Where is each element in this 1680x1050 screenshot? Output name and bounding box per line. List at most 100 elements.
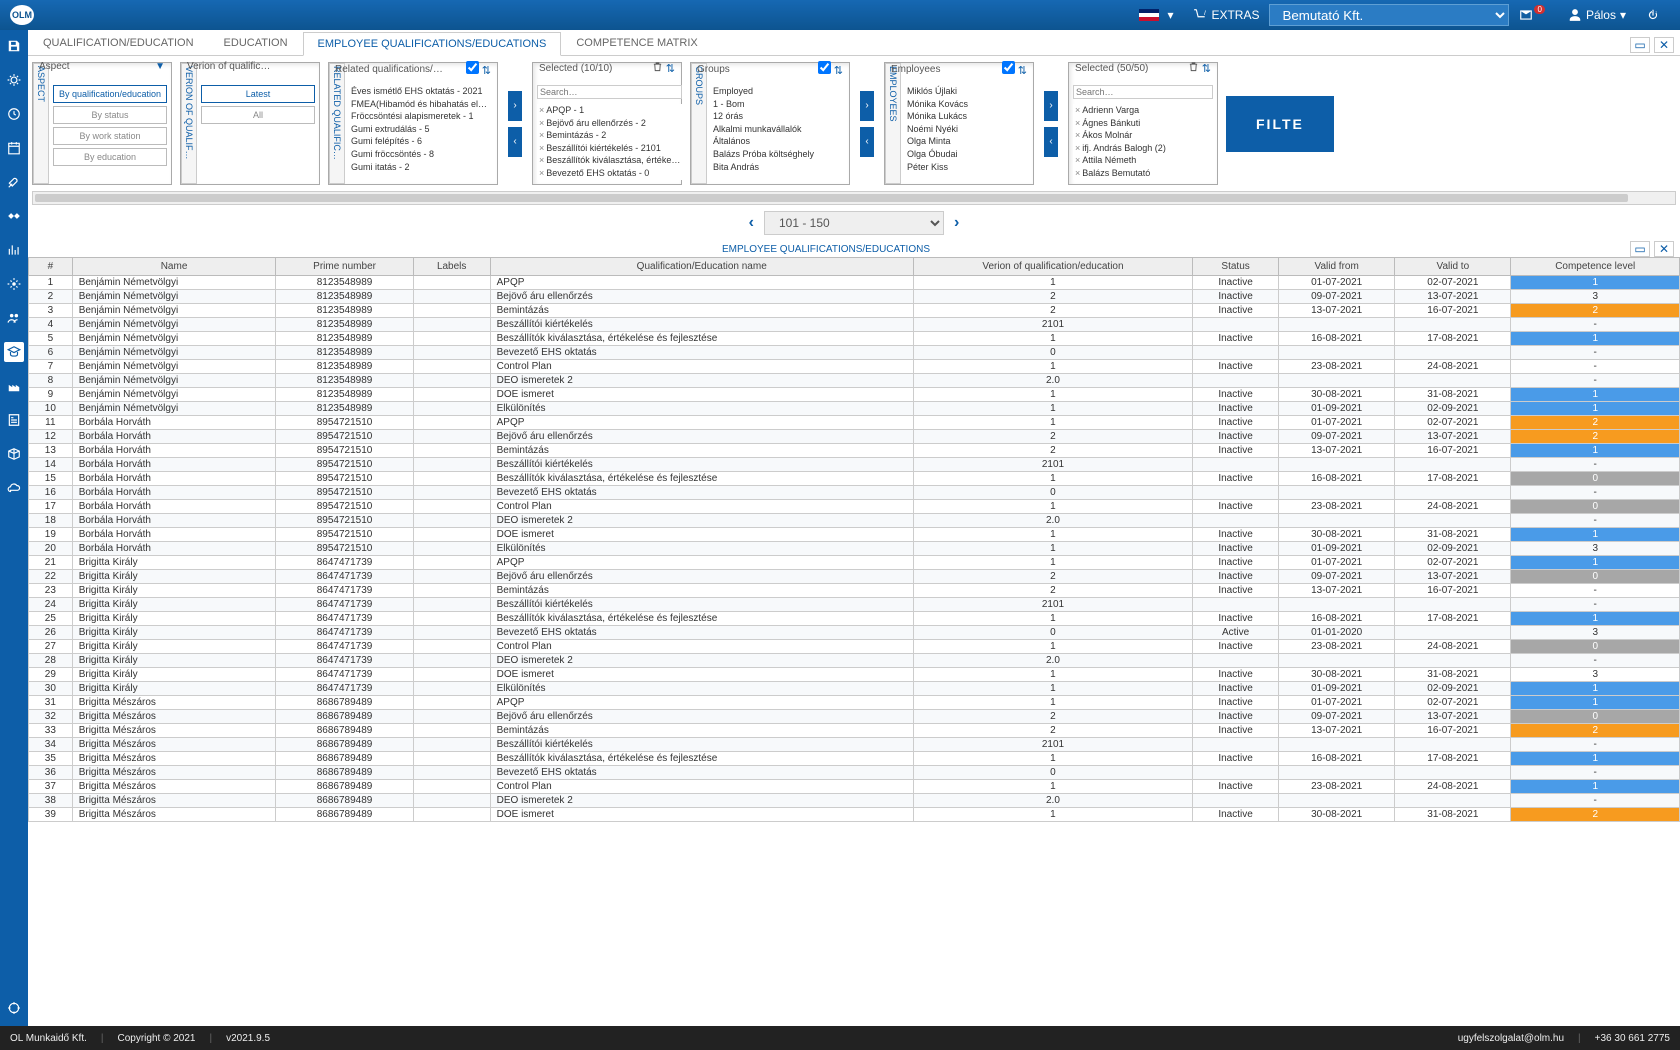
table-row[interactable]: 15Borbála Horváth8954721510Beszállítók k… (29, 472, 1680, 486)
column-header[interactable]: # (29, 258, 73, 276)
list-item[interactable]: Employed (711, 85, 845, 98)
table-row[interactable]: 32Brigitta Mészáros8686789489Bejövő áru … (29, 710, 1680, 724)
column-header[interactable]: Qualification/Education name (490, 258, 913, 276)
column-header[interactable]: Verion of qualification/education (913, 258, 1192, 276)
table-row[interactable]: 24Brigitta Király8647471739Beszállítói k… (29, 598, 1680, 612)
column-header[interactable]: Valid to (1395, 258, 1511, 276)
list-item[interactable]: Péter Varga (905, 173, 1029, 175)
list-item[interactable]: Mónika Lukács (905, 110, 1029, 123)
list-item[interactable]: Fröccsöntési alapismeretek - 1 (349, 110, 493, 123)
arrow-right[interactable]: › (1044, 91, 1058, 121)
settings-panel-icon[interactable]: ✕ (1654, 37, 1674, 53)
table-scroll[interactable]: #NamePrime numberLabelsQualification/Edu… (28, 257, 1680, 1026)
trash-icon[interactable] (652, 64, 663, 75)
table-row[interactable]: 33Brigitta Mészáros8686789489Bemintázás2… (29, 724, 1680, 738)
list-item[interactable]: FMEA(Hibamód és hibahatás el… (349, 98, 493, 111)
list-item[interactable]: Olga Minta (905, 135, 1029, 148)
sidebar-factory-icon[interactable] (4, 376, 24, 396)
list-item[interactable]: Noémi Nyéki (905, 123, 1029, 136)
list-item[interactable]: Bita András (711, 161, 845, 174)
list-item[interactable]: Bejövő áru ellenőrzés - 2 (537, 117, 682, 130)
sidebar-sun-icon[interactable] (4, 70, 24, 90)
table-row[interactable]: 22Brigitta Király8647471739Bejövő áru el… (29, 570, 1680, 584)
messages-button[interactable]: 0 (1509, 8, 1557, 22)
tab[interactable]: QUALIFICATION/EDUCATION (28, 31, 209, 55)
list-item[interactable]: Olga Óbudai (905, 148, 1029, 161)
footer-phone[interactable]: +36 30 661 2775 (1595, 1033, 1670, 1044)
list-item[interactable]: Általános (711, 135, 845, 148)
column-header[interactable]: Name (72, 258, 276, 276)
sidebar-calendar-icon[interactable] (4, 138, 24, 158)
list-item[interactable]: ifj. András Balogh (2) (1073, 142, 1213, 155)
list-item[interactable]: Balázs Bemutató (1073, 167, 1213, 180)
table-row[interactable]: 26Brigitta Király8647471739Bevezető EHS … (29, 626, 1680, 640)
aspect-option[interactable]: By work station (53, 127, 167, 145)
list-item[interactable]: Attila Németh (1073, 154, 1213, 167)
tab[interactable]: EDUCATION (209, 31, 303, 55)
aspect-option[interactable]: By status (53, 106, 167, 124)
sort-icon[interactable]: ⇅ (482, 65, 491, 77)
list-item[interactable]: Ákos Molnár (1073, 129, 1213, 142)
table-row[interactable]: 21Brigitta Király8647471739APQP1Inactive… (29, 556, 1680, 570)
sort-icon[interactable]: ⇅ (834, 65, 843, 77)
table-row[interactable]: 29Brigitta Király8647471739DOE ismeret1I… (29, 668, 1680, 682)
aspect-option[interactable]: By education (53, 148, 167, 166)
column-header[interactable]: Labels (413, 258, 490, 276)
sort-icon[interactable]: ⇅ (1202, 63, 1211, 75)
version-option[interactable]: Latest (201, 85, 315, 103)
arrow-left[interactable]: ‹ (1044, 127, 1058, 157)
list-item[interactable]: Bevezető EHS oktatás - 0 (537, 167, 682, 180)
table-row[interactable]: 2Benjámin Németvölgyi8123548989Bejövő ár… (29, 290, 1680, 304)
table-row[interactable]: 27Brigitta Király8647471739Control Plan1… (29, 640, 1680, 654)
filter-icon[interactable]: ▼ (155, 61, 165, 72)
tab[interactable]: EMPLOYEE QUALIFICATIONS/EDUCATIONS (303, 32, 562, 56)
sidebar-report-icon[interactable] (4, 410, 24, 430)
sidebar-package-icon[interactable] (4, 444, 24, 464)
arrow-right[interactable]: › (508, 91, 522, 121)
sidebar-handshake-icon[interactable] (4, 206, 24, 226)
list-item[interactable]: Beszállítók kiválasztása, értéke… (537, 154, 682, 167)
table-row[interactable]: 36Brigitta Mészáros8686789489Bevezető EH… (29, 766, 1680, 780)
table-row[interactable]: 38Brigitta Mészáros8686789489DEO ismeret… (29, 794, 1680, 808)
table-row[interactable]: 34Brigitta Mészáros8686789489Beszállítói… (29, 738, 1680, 752)
table-row[interactable]: 10Benjámin Németvölgyi8123548989Elkülöní… (29, 402, 1680, 416)
table-row[interactable]: 35Brigitta Mészáros8686789489Beszállítók… (29, 752, 1680, 766)
list-item[interactable]: Bemintázás - 2 (537, 129, 682, 142)
table-row[interactable]: 11Borbála Horváth8954721510APQP1Inactive… (29, 416, 1680, 430)
table-row[interactable]: 3Benjámin Németvölgyi8123548989Bemintázá… (29, 304, 1680, 318)
page-prev[interactable]: ‹ (749, 214, 754, 232)
list-item[interactable]: 1 - Bom (711, 98, 845, 111)
table-row[interactable]: 18Borbála Horváth8954721510DEO ismeretek… (29, 514, 1680, 528)
list-item[interactable]: Direkt (711, 173, 845, 175)
table-row[interactable]: 5Benjámin Németvölgyi8123548989Beszállít… (29, 332, 1680, 346)
column-header[interactable]: Competence level (1511, 258, 1680, 276)
sidebar-cloud-icon[interactable] (4, 478, 24, 498)
language-selector[interactable]: ▾ (1129, 8, 1183, 22)
table-row[interactable]: 4Benjámin Németvölgyi8123548989Beszállít… (29, 318, 1680, 332)
aspect-option[interactable]: By qualification/education (53, 85, 167, 103)
table-row[interactable]: 25Brigitta Király8647471739Beszállítók k… (29, 612, 1680, 626)
employees-checkbox[interactable] (1002, 61, 1015, 74)
horizontal-scrollbar[interactable] (32, 191, 1676, 205)
filter-button[interactable]: FILTE (1226, 96, 1334, 152)
table-row[interactable]: 9Benjámin Németvölgyi8123548989DOE ismer… (29, 388, 1680, 402)
power-button[interactable] (1636, 8, 1670, 22)
minimize-panel-icon[interactable]: ▭ (1630, 37, 1650, 53)
table-row[interactable]: 8Benjámin Németvölgyi8123548989DEO ismer… (29, 374, 1680, 388)
table-row[interactable]: 14Borbála Horváth8954721510Beszállítói k… (29, 458, 1680, 472)
list-item[interactable]: Gumi extrudálás - 5 (349, 123, 493, 136)
sort-icon[interactable]: ⇅ (1018, 65, 1027, 77)
sidebar-tools-icon[interactable] (4, 172, 24, 192)
sidebar-save-icon[interactable] (4, 36, 24, 56)
tab[interactable]: COMPETENCE MATRIX (561, 31, 712, 55)
sidebar-chart-icon[interactable] (4, 240, 24, 260)
list-item[interactable]: Adrienn Varga (1073, 104, 1213, 117)
sidebar-clock-icon[interactable] (4, 104, 24, 124)
table-row[interactable]: 19Borbála Horváth8954721510DOE ismeret1I… (29, 528, 1680, 542)
list-item[interactable]: Gumi felépítés - 6 (349, 135, 493, 148)
column-header[interactable]: Status (1193, 258, 1279, 276)
list-item[interactable]: Gumi fröccsöntés - 8 (349, 148, 493, 161)
table-row[interactable]: 30Brigitta Király8647471739Elkülönítés1I… (29, 682, 1680, 696)
table-row[interactable]: 16Borbála Horváth8954721510Bevezető EHS … (29, 486, 1680, 500)
table-row[interactable]: 31Brigitta Mészáros8686789489APQP1Inacti… (29, 696, 1680, 710)
